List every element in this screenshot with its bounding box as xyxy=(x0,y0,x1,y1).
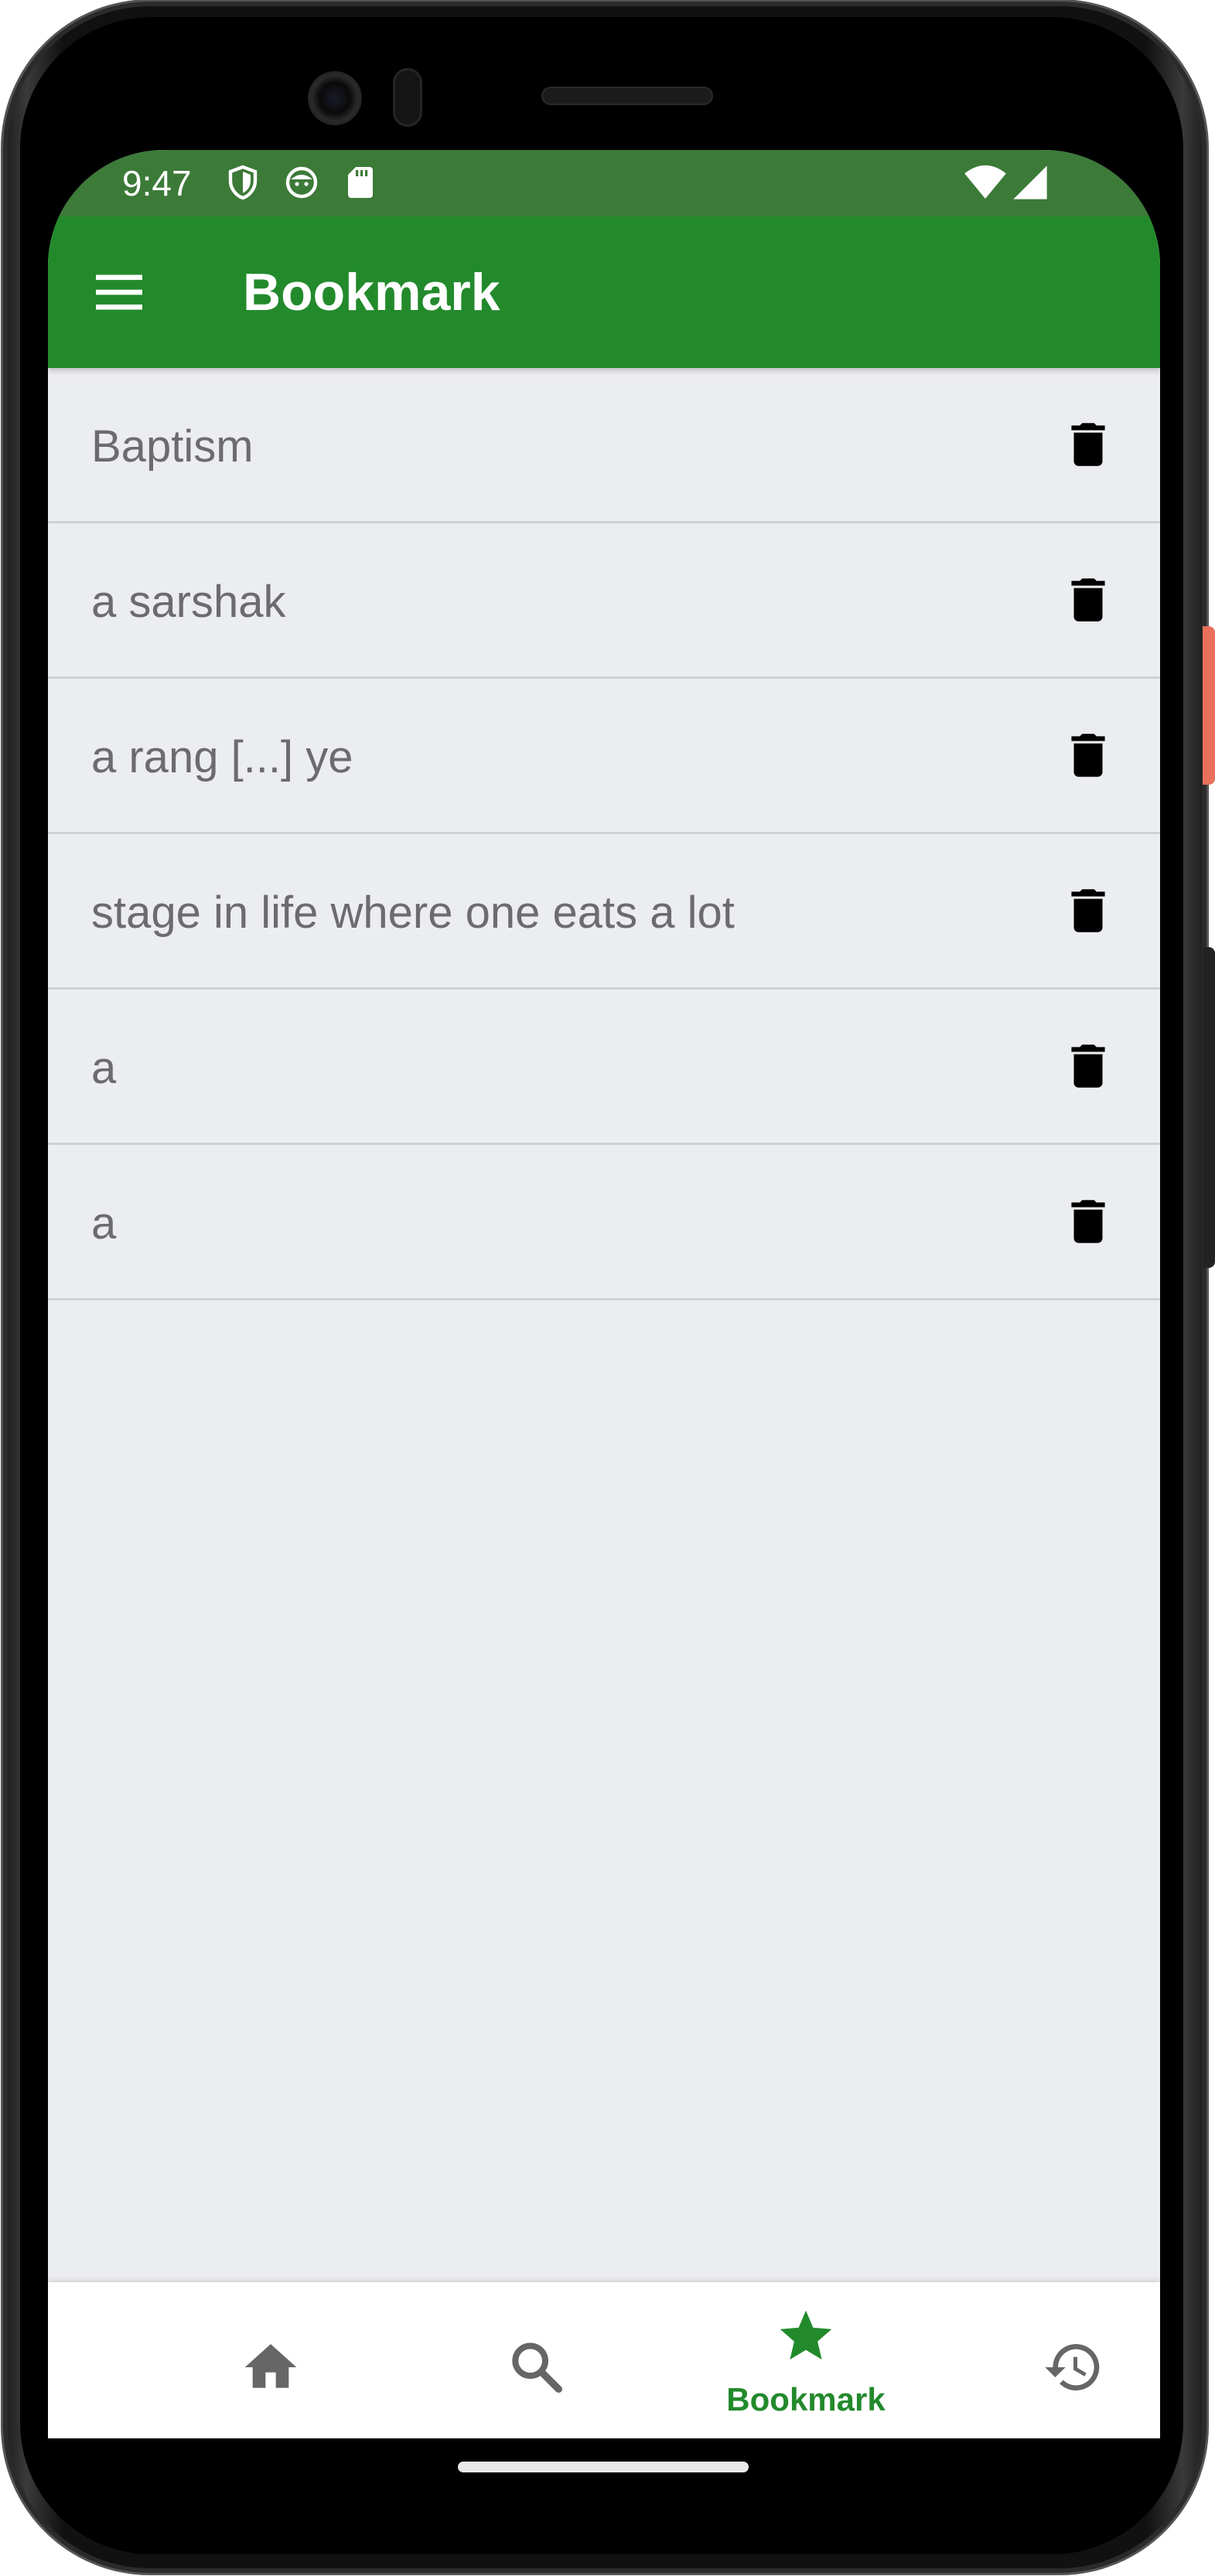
page-title: Bookmark xyxy=(243,263,500,322)
sd-card-icon xyxy=(348,167,373,198)
list-item[interactable]: a sarshak xyxy=(48,523,1160,679)
list-item[interactable]: a rang [...] ye xyxy=(48,679,1160,834)
bookmark-label: a xyxy=(91,1043,117,1093)
search-icon xyxy=(512,2343,562,2393)
delete-icon[interactable] xyxy=(1060,416,1117,473)
delete-icon[interactable] xyxy=(1060,1193,1117,1250)
power-button xyxy=(1203,626,1215,785)
list-item[interactable]: a xyxy=(48,990,1160,1145)
delete-icon[interactable] xyxy=(1060,727,1117,784)
nav-bookmark-label: Bookmark xyxy=(726,2381,886,2418)
bottom-navigation: Bookmark xyxy=(48,2282,1160,2438)
nav-bookmark[interactable]: Bookmark xyxy=(690,2282,922,2438)
wifi-icon xyxy=(964,165,1006,199)
star-icon xyxy=(780,2310,832,2360)
signal-icon xyxy=(1013,165,1047,199)
front-camera xyxy=(308,71,362,125)
status-bar: 9:47 xyxy=(48,150,1160,216)
list-item[interactable]: a xyxy=(48,1145,1160,1300)
menu-icon[interactable] xyxy=(91,264,147,320)
earpiece-speaker xyxy=(541,87,713,105)
home-icon xyxy=(244,2344,297,2388)
nav-search[interactable] xyxy=(421,2282,653,2438)
bookmark-label: a rang [...] ye xyxy=(91,732,353,782)
delete-icon[interactable] xyxy=(1060,571,1117,629)
volume-button xyxy=(1203,947,1215,1268)
list-item[interactable]: stage in life where one eats a lot xyxy=(48,834,1160,990)
nav-home[interactable] xyxy=(155,2282,387,2438)
bookmark-label: a sarshak xyxy=(91,577,286,627)
app-bar: Bookmark xyxy=(48,216,1160,368)
delete-icon[interactable] xyxy=(1060,1038,1117,1095)
shield-icon xyxy=(228,165,258,200)
screen: 9:47 Bookmark Baptism a sarshak a rang [… xyxy=(48,150,1160,2438)
list-item[interactable]: Baptism xyxy=(48,368,1160,523)
face-icon xyxy=(285,166,318,199)
home-indicator[interactable] xyxy=(458,2462,749,2472)
camera-sensor xyxy=(393,68,422,127)
bookmark-label: Baptism xyxy=(91,421,254,472)
phone-device: 9:47 Bookmark Baptism a sarshak a rang [… xyxy=(0,0,1215,2576)
delete-icon[interactable] xyxy=(1060,882,1117,939)
bookmark-label: stage in life where one eats a lot xyxy=(91,888,735,938)
history-icon xyxy=(1045,2344,1100,2390)
nav-history[interactable] xyxy=(957,2282,1160,2438)
bookmark-label: a xyxy=(91,1198,117,1249)
bookmark-list: Baptism a sarshak a rang [...] ye stage … xyxy=(48,368,1160,1300)
status-time: 9:47 xyxy=(122,163,192,203)
